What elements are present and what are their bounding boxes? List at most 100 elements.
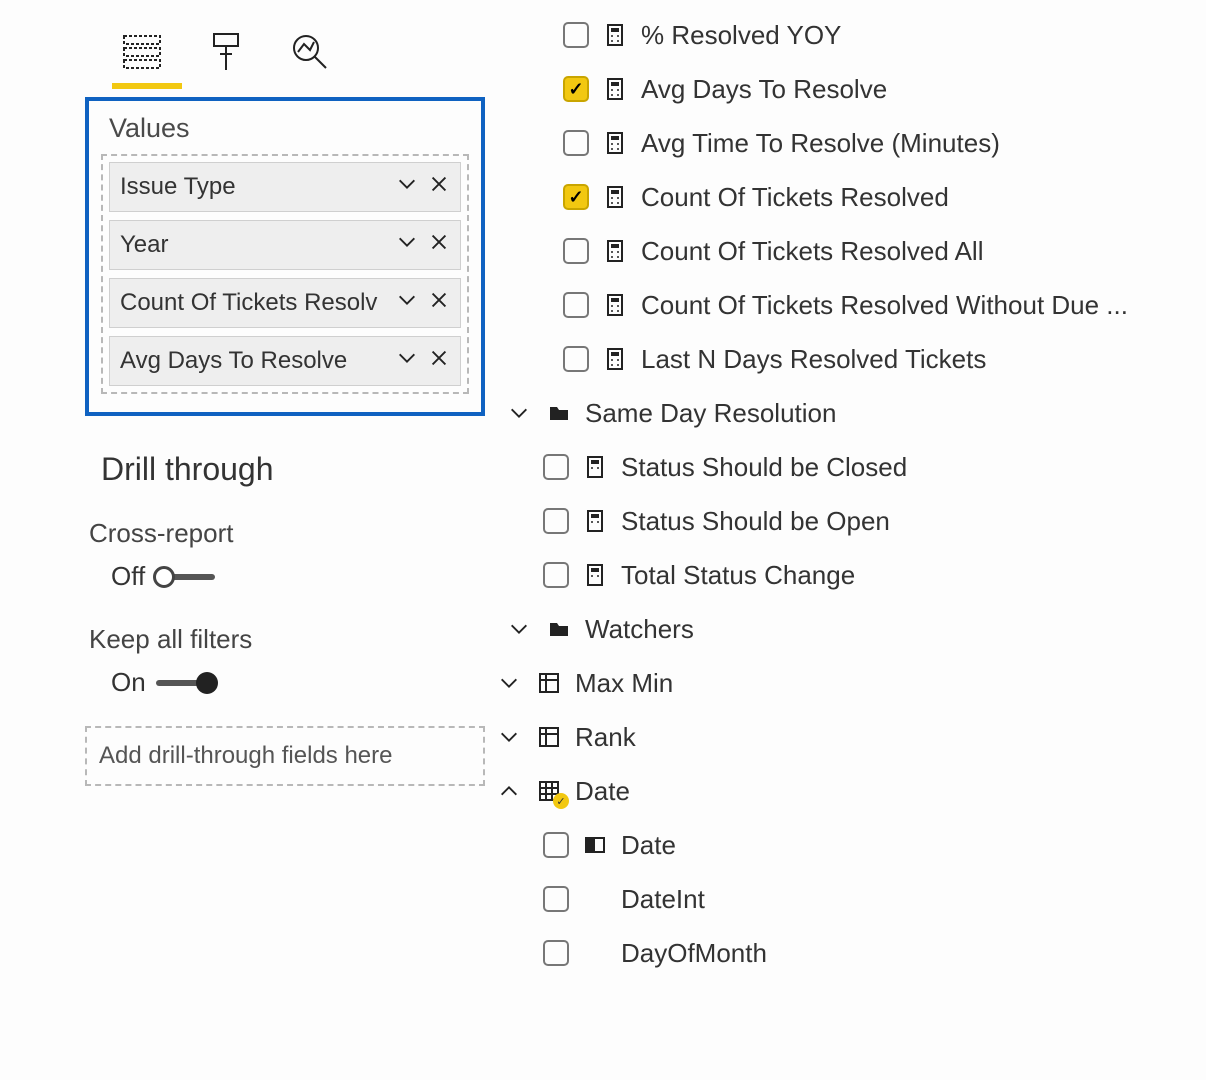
visualizations-panel: Values Issue Type Year Count Of Tickets … [85,0,485,786]
value-chip[interactable]: Year [109,220,461,270]
field-item[interactable]: Last N Days Resolved Tickets [495,332,1195,386]
chevron-up-icon[interactable] [495,780,523,802]
table-label: Rank [575,722,636,753]
table-label: Date [575,776,630,807]
chevron-down-icon[interactable] [505,402,533,424]
measure-icon [601,293,629,317]
fields-panel: % Resolved YOY Avg Days To Resolve Avg T… [495,8,1195,980]
value-chip-label: Year [120,231,396,259]
calc-table-icon [535,725,563,749]
close-icon[interactable] [428,347,450,376]
checkbox[interactable] [563,130,589,156]
value-chip[interactable]: Issue Type [109,162,461,212]
measure-icon [601,185,629,209]
chevron-down-icon[interactable] [396,347,418,376]
checkbox[interactable] [563,346,589,372]
value-chip[interactable]: Count Of Tickets Resolv [109,278,461,328]
table-rank[interactable]: Rank [495,710,1195,764]
field-item[interactable]: Status Should be Closed [495,440,1195,494]
field-label: Avg Days To Resolve [641,74,887,105]
format-tab-icon[interactable] [204,30,248,79]
checkbox[interactable] [563,22,589,48]
checkbox[interactable] [543,940,569,966]
table-date[interactable]: ✓ Date [495,764,1195,818]
chevron-down-icon[interactable] [396,289,418,318]
field-label: DayOfMonth [621,938,767,969]
field-item[interactable]: Status Should be Open [495,494,1195,548]
field-label: Count Of Tickets Resolved All [641,236,983,267]
field-item[interactable]: Date [495,818,1195,872]
checkbox[interactable] [543,832,569,858]
close-icon[interactable] [428,289,450,318]
chevron-down-icon[interactable] [396,173,418,202]
folder-icon [545,617,573,641]
checkbox[interactable] [543,562,569,588]
table-icon: ✓ [535,779,563,803]
field-item[interactable]: Count Of Tickets Resolved All [495,224,1195,278]
field-label: Count Of Tickets Resolved Without Due ..… [641,290,1128,321]
value-chip-label: Count Of Tickets Resolv [120,289,396,317]
chevron-down-icon[interactable] [495,726,523,748]
field-label: Total Status Change [621,560,855,591]
field-item[interactable]: DateInt [495,872,1195,926]
measure-icon [601,347,629,371]
measure-icon [601,23,629,47]
cross-report-toggle[interactable]: Off [89,561,485,592]
field-item[interactable]: Count Of Tickets Resolved Without Due ..… [495,278,1195,332]
checkbox[interactable] [563,292,589,318]
value-chip-label: Avg Days To Resolve [120,347,396,375]
drillthrough-drop-zone[interactable]: Add drill-through fields here [85,726,485,786]
field-label: Status Should be Closed [621,452,907,483]
chevron-down-icon[interactable] [396,231,418,260]
measure-icon [601,131,629,155]
chevron-down-icon[interactable] [495,672,523,694]
field-item[interactable]: Avg Time To Resolve (Minutes) [495,116,1195,170]
field-label: Avg Time To Resolve (Minutes) [641,128,1000,159]
checkbox[interactable] [543,886,569,912]
measure-icon [601,77,629,101]
field-item[interactable]: % Resolved YOY [495,8,1195,62]
toggle-state: On [111,667,146,698]
checkbox[interactable] [563,76,589,102]
field-label: Count Of Tickets Resolved [641,182,949,213]
close-icon[interactable] [428,173,450,202]
active-tab-underline [112,83,182,89]
field-label: Last N Days Resolved Tickets [641,344,986,375]
checkbox[interactable] [543,508,569,534]
cross-report-label: Cross-report [89,518,485,561]
cross-report-row: Cross-report Off [85,508,485,592]
fields-tab-icon[interactable] [120,30,164,79]
field-item[interactable]: Avg Days To Resolve [495,62,1195,116]
field-item[interactable]: Count Of Tickets Resolved [495,170,1195,224]
analytics-tab-icon[interactable] [288,30,332,79]
field-item[interactable]: Total Status Change [495,548,1195,602]
close-icon[interactable] [428,231,450,260]
hierarchy-icon [581,833,609,857]
field-label: DateInt [621,884,705,915]
calc-table-icon [535,671,563,695]
folder-watchers[interactable]: Watchers [495,602,1195,656]
values-list[interactable]: Issue Type Year Count Of Tickets Resolv [101,154,469,394]
folder-same-day-resolution[interactable]: Same Day Resolution [495,386,1195,440]
drill-through-title: Drill through [85,416,485,508]
values-field-well: Values Issue Type Year Count Of Tickets … [85,97,485,416]
value-chip[interactable]: Avg Days To Resolve [109,336,461,386]
measure-icon [581,455,609,479]
field-label: Date [621,830,676,861]
checkbox[interactable] [563,238,589,264]
keep-filters-toggle[interactable]: On [89,667,485,698]
folder-label: Watchers [585,614,694,645]
viz-tab-row [85,0,485,89]
field-item[interactable]: DayOfMonth [495,926,1195,980]
measure-icon [581,509,609,533]
table-max-min[interactable]: Max Min [495,656,1195,710]
field-label: % Resolved YOY [641,20,841,51]
measure-icon [601,239,629,263]
selected-badge-icon: ✓ [553,793,569,809]
chevron-down-icon[interactable] [505,618,533,640]
checkbox[interactable] [543,454,569,480]
field-label: Status Should be Open [621,506,890,537]
checkbox[interactable] [563,184,589,210]
value-chip-label: Issue Type [120,173,396,201]
keep-filters-row: Keep all filters On [85,592,485,698]
